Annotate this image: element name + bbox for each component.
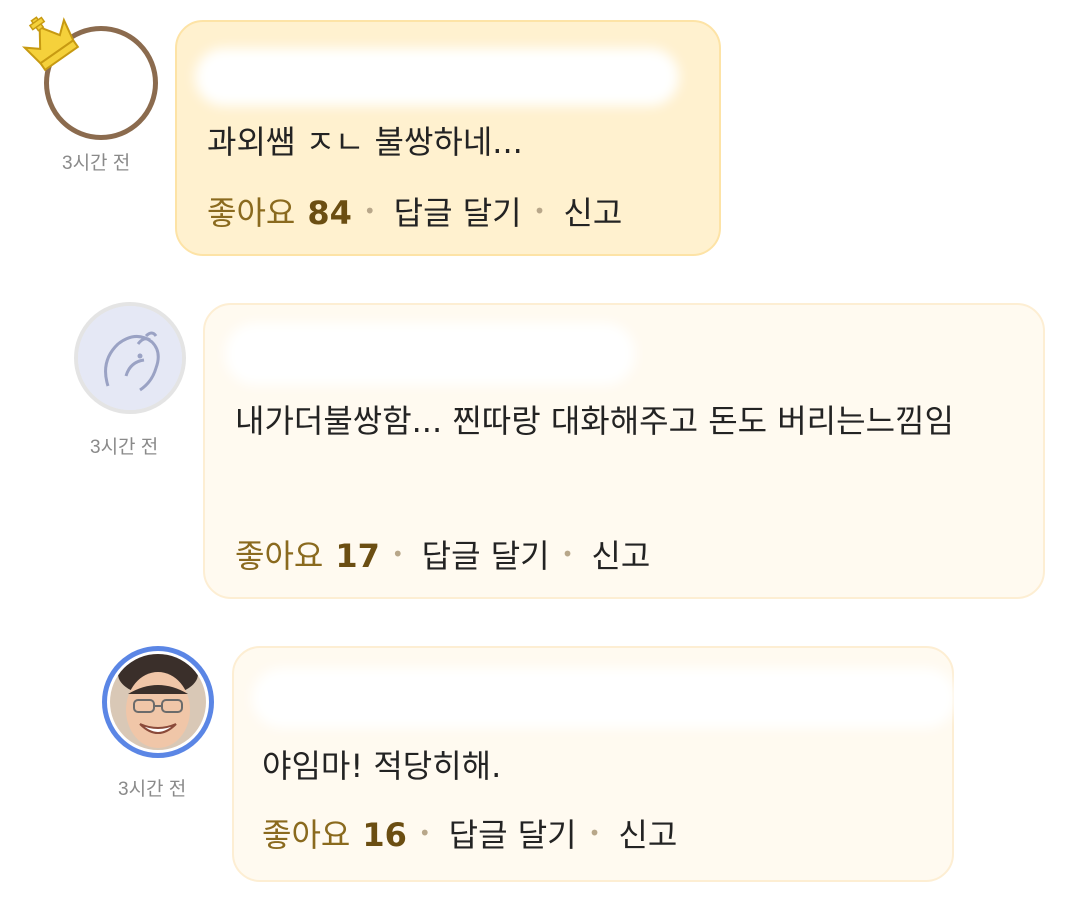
avatar[interactable] [102,646,214,758]
avatar[interactable] [74,302,186,414]
character-avatar-icon [78,306,182,410]
comment-text: 야임마! 적당히해. [262,747,502,785]
redacted-username [252,668,956,728]
comment-actions: 좋아요 16 • 답글 달기 • 신고 [262,810,677,856]
comment-text: 내가더불쌍함... 찐따랑 대화해주고 돈도 버리는느낌임 [235,402,954,440]
reply-button[interactable]: 답글 달기 [449,810,577,856]
comment-bubble: 내가더불쌍함... 찐따랑 대화해주고 돈도 버리는느낌임 좋아요 17 • 답글… [203,303,1045,599]
report-button[interactable]: 신고 [563,188,622,234]
redacted-username [225,323,635,385]
comment-bubble: 야임마! 적당히해. 좋아요 16 • 답글 달기 • 신고 [232,646,956,882]
separator-dot-icon: • [363,199,376,223]
comment-actions: 좋아요 84 • 답글 달기 • 신고 [207,188,622,234]
like-label: 좋아요 [262,816,351,854]
comment-time: 3시간 전 [118,779,187,800]
report-button[interactable]: 신고 [618,810,677,856]
report-button[interactable]: 신고 [591,531,650,577]
reply-button[interactable]: 답글 달기 [422,531,550,577]
like-button[interactable]: 좋아요 84 [207,188,352,234]
separator-dot-icon: • [561,542,574,566]
comment-time: 3시간 전 [90,437,159,458]
crown-icon [21,16,80,72]
comment-actions: 좋아요 17 • 답글 달기 • 신고 [235,531,650,577]
like-label: 좋아요 [207,194,296,232]
separator-dot-icon: • [533,199,546,223]
like-count: 16 [362,816,407,854]
like-count: 17 [335,537,380,575]
redacted-username [195,48,679,106]
like-button[interactable]: 좋아요 16 [262,810,407,856]
reply-button[interactable]: 답글 달기 [394,188,522,234]
avatar[interactable] [18,10,160,140]
separator-dot-icon: • [418,821,431,845]
comment-time: 3시간 전 [62,153,131,174]
separator-dot-icon: • [391,542,404,566]
profile-photo-icon [110,652,206,750]
like-button[interactable]: 좋아요 17 [235,531,380,577]
like-label: 좋아요 [235,537,324,575]
separator-dot-icon: • [588,821,601,845]
comment-bubble: 과외쌤 ㅈㄴ 불쌍하네... 좋아요 84 • 답글 달기 • 신고 [175,20,721,256]
like-count: 84 [307,194,352,232]
comment-text: 과외쌤 ㅈㄴ 불쌍하네... [207,123,523,161]
